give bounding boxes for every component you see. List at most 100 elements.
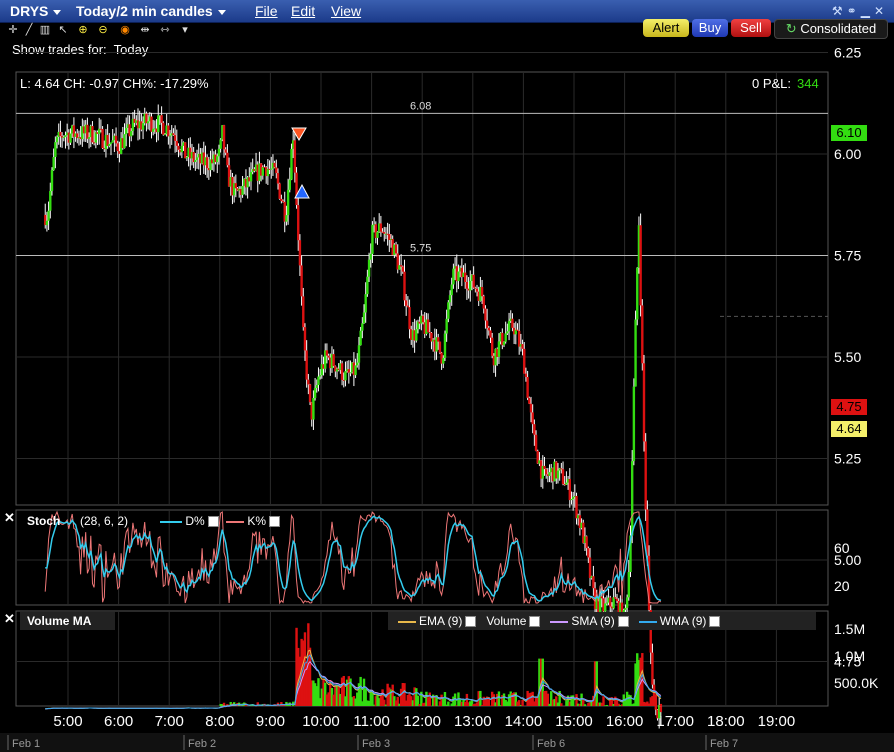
date-label: Feb 6 — [537, 738, 565, 750]
x-tick-label: 10:00 — [302, 713, 340, 730]
y-tick-label: 5.25 — [834, 451, 861, 467]
candle-body — [318, 375, 322, 377]
stoch-d-legend: D% — [160, 514, 219, 528]
legend-checkbox[interactable] — [465, 616, 477, 628]
candle-body — [524, 373, 528, 378]
candle-body — [54, 142, 57, 157]
stoch-k-label: K% — [247, 514, 267, 528]
candle-body — [64, 135, 67, 138]
candle-body — [487, 327, 491, 331]
candle-body — [516, 329, 519, 331]
candle-body — [111, 140, 114, 143]
candle-body — [437, 337, 440, 342]
candle-body — [587, 548, 590, 558]
candle-body — [317, 376, 320, 386]
legend-checkbox[interactable] — [617, 616, 629, 628]
candle-body — [167, 125, 170, 137]
volume-bar — [654, 694, 658, 706]
candle-body — [308, 384, 312, 403]
candle-body — [443, 333, 447, 358]
candle-body — [585, 536, 588, 549]
candle-body — [205, 157, 209, 169]
close-volume-icon[interactable]: ✕ — [4, 611, 15, 627]
stoch-tick-label: 60 — [834, 540, 850, 556]
candle-body — [280, 198, 283, 201]
stoch-k-checkbox[interactable] — [269, 516, 281, 528]
candle-body — [615, 598, 619, 601]
x-tick-label: 12:00 — [403, 713, 441, 730]
candle-body — [426, 319, 430, 333]
x-tick-label: 5:00 — [53, 713, 82, 730]
legend-checkbox[interactable] — [529, 616, 541, 628]
candle-body — [651, 652, 654, 685]
candle-body — [445, 318, 448, 334]
stoch-d-checkbox[interactable] — [207, 516, 219, 528]
candle-body — [45, 220, 49, 226]
price-tag-upper: 6.10 — [831, 125, 867, 141]
candle-body — [327, 355, 330, 358]
volume-legend-item[interactable]: SMA (9) — [550, 614, 629, 628]
candle-body — [349, 372, 352, 374]
candle-body — [641, 305, 644, 364]
candle-body — [534, 434, 538, 451]
candle-body — [157, 115, 160, 133]
candle-body — [162, 122, 165, 135]
candle-body — [297, 205, 300, 241]
candle-body — [312, 398, 315, 420]
price-chart[interactable]: 6.256.005.755.505.255.004.754.505:006:00… — [0, 0, 894, 752]
candle-body — [528, 397, 531, 404]
candle-body — [222, 125, 226, 150]
candle-body — [278, 183, 281, 199]
candle-body — [448, 295, 452, 303]
candle-body — [302, 296, 305, 328]
legend-label: SMA (9) — [571, 614, 615, 628]
candle-body — [632, 386, 636, 462]
candle-body — [91, 126, 94, 143]
legend-checkbox[interactable] — [709, 616, 721, 628]
candle-body — [529, 403, 533, 413]
hline-upper-label: 6.08 — [410, 100, 431, 112]
candle-body — [62, 137, 65, 139]
date-label: Feb 2 — [188, 738, 216, 750]
candle-body — [452, 268, 455, 285]
stoch-params: (28, 6, 2) — [80, 514, 129, 528]
candle-body — [217, 148, 221, 157]
volume-legend: EMA (9) Volume SMA (9) WMA (9) — [388, 612, 816, 630]
candle-body — [636, 267, 639, 320]
candle-body — [600, 596, 604, 599]
candle-body — [87, 137, 91, 139]
candle-body — [55, 136, 59, 143]
candle-body — [281, 200, 285, 202]
candle-body — [234, 183, 238, 189]
x-tick-label: 15:00 — [555, 713, 593, 730]
candle-body — [474, 287, 477, 289]
candle-body — [570, 498, 573, 501]
volume-legend-item[interactable]: Volume — [486, 614, 541, 628]
candle-body — [639, 225, 642, 306]
candle-body — [565, 482, 568, 485]
candle-body — [224, 149, 227, 153]
candle-body — [180, 145, 184, 153]
x-tick-label: 8:00 — [205, 713, 234, 730]
candle-body — [482, 296, 485, 309]
candle-body — [261, 167, 265, 176]
close-stoch-icon[interactable]: ✕ — [4, 510, 15, 526]
x-tick-label: 6:00 — [104, 713, 133, 730]
candle-body — [47, 210, 50, 221]
candle-body — [356, 362, 359, 366]
candle-body — [219, 139, 222, 149]
candle-body — [50, 170, 54, 192]
y-tick-label: 5.50 — [834, 349, 861, 365]
candle-body — [543, 465, 546, 470]
candle-body — [475, 288, 479, 292]
candle-body — [592, 576, 595, 589]
candle-body — [130, 131, 133, 137]
candle-body — [86, 124, 89, 139]
candle-body — [450, 284, 453, 296]
candle-body — [383, 232, 386, 234]
volume-tick-label: 500.0K — [834, 675, 879, 691]
volume-legend-item[interactable]: WMA (9) — [638, 614, 721, 628]
volume-legend-item[interactable]: EMA (9) — [398, 614, 477, 628]
candle-body — [124, 127, 128, 135]
volume-bar — [521, 699, 524, 706]
